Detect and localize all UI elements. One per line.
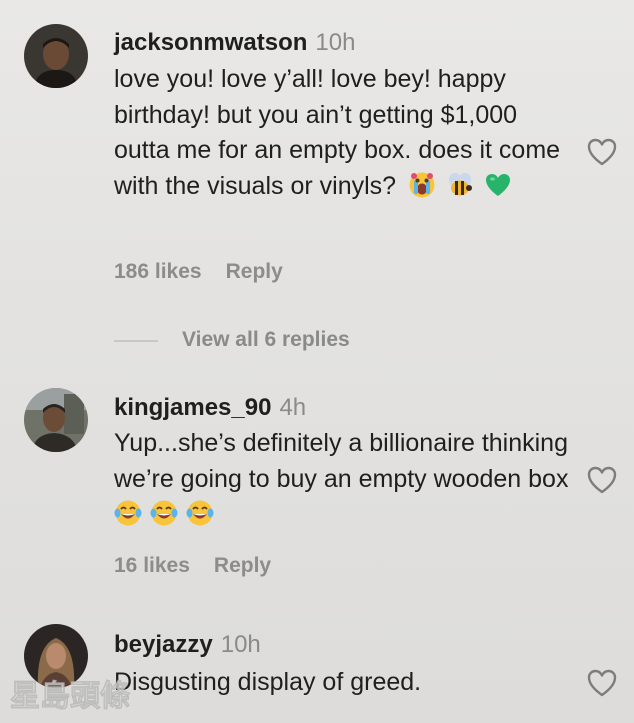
tears-of-joy-emoji: [150, 499, 178, 527]
avatar[interactable]: [24, 24, 88, 88]
comment-text: Disgusting display of greed.: [114, 665, 574, 701]
timestamp: 4h: [279, 394, 307, 421]
heart-outline-icon: [587, 466, 617, 494]
comment-text: Yup...she’s definitely a billionaire thi…: [114, 426, 574, 533]
username[interactable]: beyjazzy: [114, 631, 213, 658]
comment-actions: 16 likes Reply: [114, 552, 271, 580]
heart-outline-icon: [587, 138, 617, 166]
tears-of-joy-emoji: [186, 499, 214, 527]
timestamp: 10h: [220, 631, 261, 658]
green-heart-emoji: [484, 171, 512, 199]
comment-body: Yup...she’s definitely a billionaire thi…: [114, 429, 569, 493]
like-button[interactable]: [586, 668, 618, 698]
view-replies-label: View all 6 replies: [182, 328, 350, 351]
avatar[interactable]: [24, 388, 88, 452]
like-count[interactable]: 16 likes: [114, 554, 190, 577]
comment-header: jacksonmwatson 10h: [114, 28, 355, 58]
reply-button[interactable]: Reply: [214, 554, 271, 577]
svg-text:星島頭條: 星島頭條: [10, 679, 130, 714]
comment-header: beyjazzy 10h: [114, 630, 261, 660]
username[interactable]: kingjames_90: [114, 394, 271, 421]
comment-header: kingjames_90 4h: [114, 393, 306, 423]
comment-body: Disgusting display of greed.: [114, 668, 422, 696]
replies-divider: [114, 340, 158, 342]
watermark-logo: 星島頭條: [6, 672, 146, 716]
reply-button[interactable]: Reply: [226, 260, 283, 283]
timestamp: 10h: [315, 29, 356, 56]
bee-emoji: [446, 171, 474, 199]
heart-outline-icon: [587, 669, 617, 697]
username[interactable]: jacksonmwatson: [114, 29, 307, 56]
crying-face-emoji: [408, 171, 436, 199]
tears-of-joy-emoji: [114, 499, 142, 527]
like-button[interactable]: [586, 137, 618, 167]
comment-actions: 186 likes Reply: [114, 258, 283, 286]
like-button[interactable]: [586, 465, 618, 495]
view-replies-button[interactable]: View all 6 replies: [114, 326, 414, 356]
like-count[interactable]: 186 likes: [114, 260, 202, 283]
comment-text: love you! love y’all! love bey! happy bi…: [114, 62, 574, 204]
